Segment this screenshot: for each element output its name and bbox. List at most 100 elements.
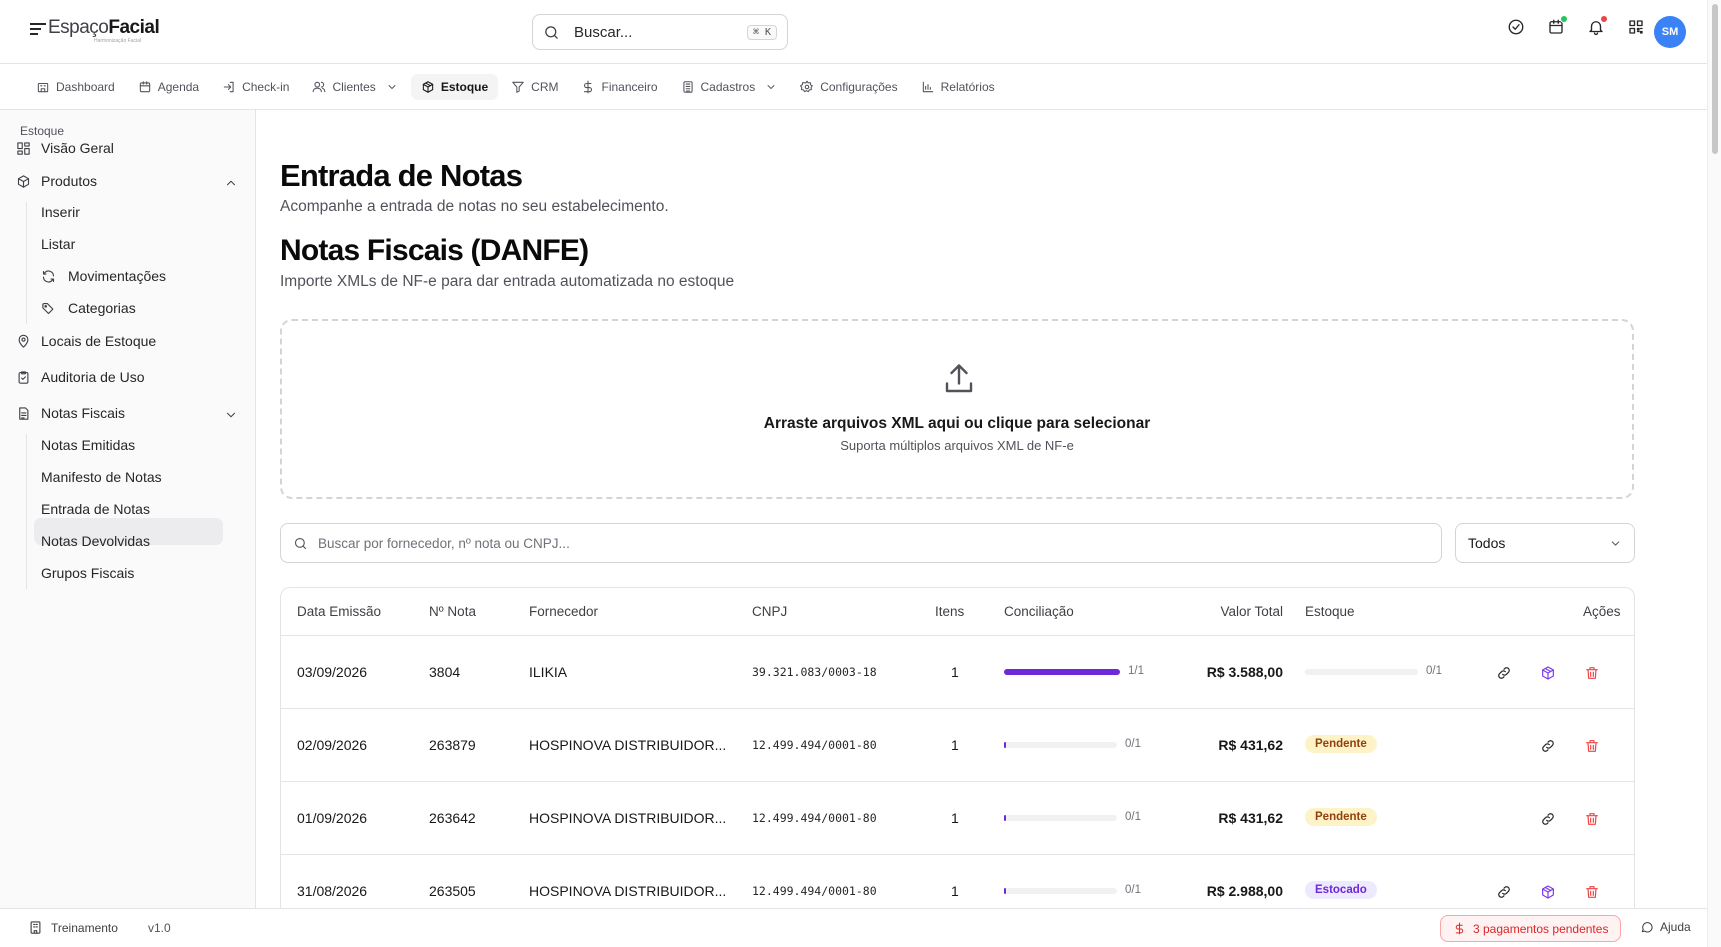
- link-icon[interactable]: [1496, 884, 1512, 900]
- nav-financeiro[interactable]: Financeiro: [571, 74, 667, 100]
- link-icon[interactable]: [1540, 738, 1556, 754]
- status-filter-select[interactable]: Todos: [1455, 523, 1635, 563]
- dropzone-subtitle: Suporta múltiplos arquivos XML de NF-e: [840, 438, 1074, 453]
- search-shortcut: ⌘ K: [746, 24, 777, 40]
- trash-icon[interactable]: [1584, 738, 1600, 754]
- stock-entry-icon[interactable]: [1540, 884, 1556, 900]
- th-estoque[interactable]: Estoque: [1305, 604, 1355, 619]
- app-logo[interactable]: EspaçoFacial Harmonização Facial: [30, 17, 160, 44]
- sidebar-sub-notas-devolvidas[interactable]: Notas Devolvidas: [41, 533, 150, 549]
- sidebar-item-notas-fiscais[interactable]: Notas Fiscais: [16, 405, 125, 421]
- nav-configuracoes[interactable]: Configurações: [790, 74, 907, 100]
- conciliation-bar: [1004, 815, 1117, 821]
- sidebar-sub-movimentacoes[interactable]: Movimentações: [41, 268, 166, 284]
- calendar-badge-icon[interactable]: [1547, 15, 1568, 36]
- main-nav: Dashboard Agenda Check-in Clientes Estoq…: [0, 64, 1707, 110]
- trash-icon[interactable]: [1584, 665, 1600, 681]
- building-icon: [37, 82, 49, 92]
- nav-crm[interactable]: CRM: [501, 74, 568, 100]
- search-icon: [294, 537, 307, 549]
- sidebar-item-auditoria[interactable]: Auditoria de Uso: [16, 369, 145, 385]
- green-status-dot: [1560, 15, 1568, 23]
- package-icon: [17, 174, 30, 188]
- sidebar-sub-listar[interactable]: Listar: [41, 236, 75, 252]
- cell-data: 01/09/2026: [297, 810, 368, 826]
- conciliation-count: 0/1: [1125, 738, 1141, 750]
- status-badge: Pendente: [1305, 735, 1377, 753]
- chevron-up-icon[interactable]: [224, 176, 238, 190]
- filter-search-input[interactable]: [318, 535, 1429, 551]
- help-button[interactable]: Ajuda: [1640, 920, 1691, 934]
- sidebar-item-locais[interactable]: Locais de Estoque: [16, 333, 156, 349]
- th-valor[interactable]: Valor Total: [1204, 604, 1283, 619]
- global-search[interactable]: Buscar... ⌘ K: [532, 14, 788, 50]
- cell-data: 03/09/2026: [297, 664, 368, 680]
- notes-table: Data Emissão Nº Nota Fornecedor CNPJ Ite…: [280, 587, 1635, 917]
- nav-estoque-label: Estoque: [440, 79, 489, 94]
- stock-entry-icon[interactable]: [1540, 665, 1556, 681]
- nav-clientes-label: Clientes: [332, 79, 376, 94]
- logo-bold: Facial: [108, 17, 160, 38]
- th-data[interactable]: Data Emissão: [297, 604, 381, 619]
- nav-cadastros[interactable]: Cadastros: [671, 74, 788, 100]
- th-fornecedor[interactable]: Fornecedor: [529, 604, 598, 619]
- link-icon[interactable]: [1496, 665, 1512, 681]
- cell-nota: 263505: [429, 883, 476, 899]
- map-pin-icon: [18, 334, 29, 348]
- top-bar: EspaçoFacial Harmonização Facial Buscar.…: [0, 0, 1707, 64]
- sidebar-sub-entrada-notas[interactable]: Entrada de Notas: [41, 501, 150, 517]
- conciliation-bar-fill: [1004, 742, 1007, 748]
- section-subtitle: Importe XMLs de NF-e para dar entrada au…: [280, 273, 735, 290]
- red-notification-dot: [1600, 15, 1608, 23]
- sidebar-item-label: Auditoria de Uso: [41, 369, 145, 385]
- logo-subtitle: Harmonização Facial: [94, 38, 141, 44]
- logo-mark-icon: [30, 23, 46, 38]
- sidebar-item-visao-geral[interactable]: Visão Geral: [16, 140, 114, 156]
- link-icon[interactable]: [1540, 811, 1556, 827]
- th-cnpj[interactable]: CNPJ: [752, 604, 787, 619]
- sidebar-sub-manifesto[interactable]: Manifesto de Notas: [41, 469, 162, 485]
- th-itens[interactable]: Itens: [935, 604, 964, 619]
- sidebar-sub-inserir[interactable]: Inserir: [41, 204, 80, 220]
- sidebar-sub-grupos-fiscais[interactable]: Grupos Fiscais: [41, 565, 134, 581]
- th-conciliacao[interactable]: Conciliação: [1004, 604, 1074, 619]
- environment-indicator[interactable]: Treinamento: [28, 920, 118, 935]
- xml-dropzone[interactable]: Arraste arquivos XML aqui ou clique para…: [280, 319, 1634, 499]
- nav-dashboard-label: Dashboard: [56, 79, 115, 94]
- environment-label: Treinamento: [51, 920, 118, 935]
- th-nota[interactable]: Nº Nota: [429, 604, 476, 619]
- help-label: Ajuda: [1660, 920, 1691, 934]
- cell-cnpj: 39.321.083/0003-18: [752, 665, 877, 679]
- chevron-down-icon: [1611, 540, 1620, 546]
- message-circle-icon: [1641, 922, 1653, 933]
- chevron-down-icon[interactable]: [224, 408, 238, 422]
- nav-relatorios[interactable]: Relatórios: [911, 74, 1005, 100]
- sidebar-item-produtos[interactable]: Produtos: [16, 173, 97, 189]
- sidebar-sub-categorias[interactable]: Categorias: [41, 300, 136, 316]
- table-row[interactable]: 03/09/2026 3804 ILIKIA 39.321.083/0003-18 1 1…: [281, 636, 1634, 709]
- sidebar-title: Estoque: [20, 124, 65, 138]
- cell-valor: R$ 431,62: [1218, 810, 1283, 826]
- trash-icon[interactable]: [1584, 884, 1600, 900]
- qr-code-icon[interactable]: [1627, 18, 1645, 36]
- login-icon: [223, 81, 234, 92]
- cell-nota: 263879: [429, 737, 476, 753]
- nav-estoque[interactable]: Estoque: [410, 73, 499, 100]
- check-circle-icon[interactable]: [1507, 18, 1525, 36]
- nav-clientes[interactable]: Clientes: [302, 74, 407, 100]
- cell-data: 31/08/2026: [297, 883, 368, 899]
- bell-icon[interactable]: [1587, 15, 1608, 36]
- nav-agenda[interactable]: Agenda: [128, 74, 209, 100]
- nav-dashboard[interactable]: Dashboard: [26, 74, 125, 100]
- sidebar-sub-notas-emitidas[interactable]: Notas Emitidas: [41, 437, 135, 453]
- nav-checkin[interactable]: Check-in: [212, 74, 299, 100]
- status-badge: Pendente: [1305, 808, 1377, 826]
- table-row[interactable]: 01/09/2026 263642 HOSPINOVA DISTRIBUIDOR..…: [281, 782, 1634, 855]
- page-scrollbar[interactable]: [1707, 0, 1721, 947]
- table-row[interactable]: 02/09/2026 263879 HOSPINOVA DISTRIBUIDOR..…: [281, 709, 1634, 782]
- avatar[interactable]: SM: [1654, 16, 1686, 48]
- sidebar: Estoque Visão Geral Produtos Inserir Lis…: [0, 110, 256, 908]
- pending-payments-button[interactable]: 3 pagamentos pendentes: [1440, 915, 1622, 942]
- scrollbar-thumb[interactable]: [1712, 4, 1718, 154]
- trash-icon[interactable]: [1584, 811, 1600, 827]
